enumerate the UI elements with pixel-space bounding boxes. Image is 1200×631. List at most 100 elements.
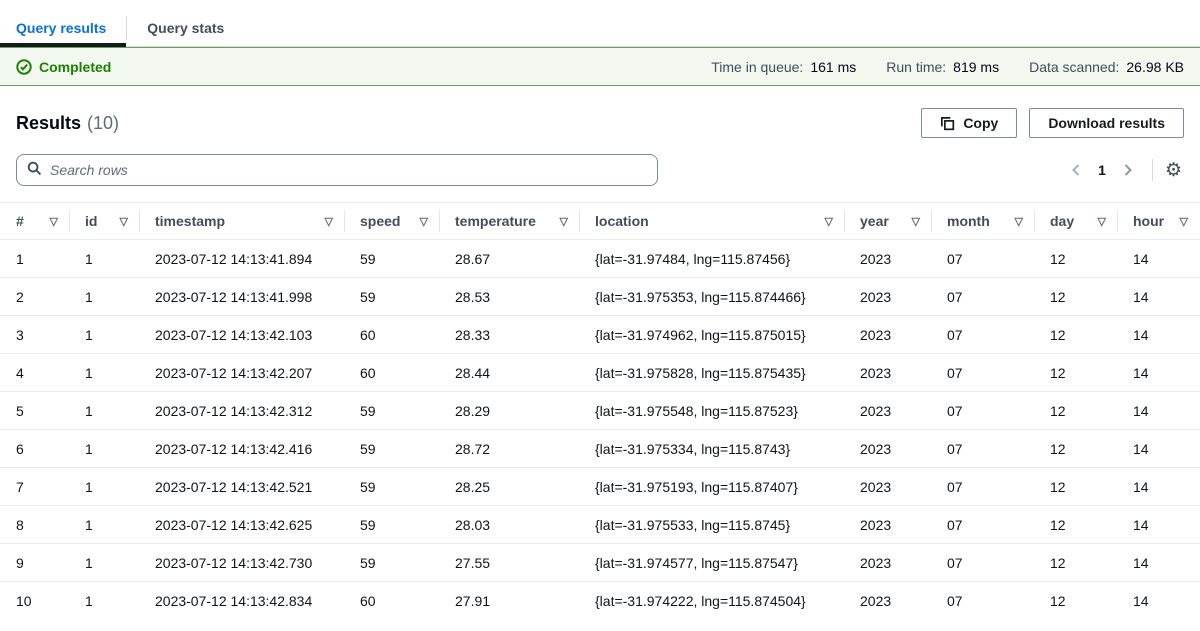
table-cell: 14 — [1118, 544, 1200, 582]
table-cell: 59 — [345, 468, 440, 506]
metric-data-scanned: Data scanned: 26.98 KB — [1029, 59, 1184, 75]
table-cell: {lat=-31.974222, lng=115.874504} — [580, 582, 845, 620]
table-cell: 2023 — [845, 468, 932, 506]
filter-triangle-icon[interactable]: ▽ — [120, 215, 128, 228]
column-header-hour[interactable]: hour▽ — [1118, 203, 1200, 240]
filter-triangle-icon[interactable]: ▽ — [1015, 215, 1023, 228]
column-label: timestamp — [155, 213, 225, 229]
table-cell: 07 — [932, 544, 1035, 582]
table-cell: 2023-07-12 14:13:41.894 — [140, 240, 345, 278]
results-table: #▽id▽timestamp▽speed▽temperature▽locatio… — [0, 202, 1200, 620]
table-cell: {lat=-31.975334, lng=115.8743} — [580, 430, 845, 468]
table-cell: 7 — [0, 468, 70, 506]
table-cell: 59 — [345, 544, 440, 582]
table-cell: 14 — [1118, 316, 1200, 354]
table-cell: 1 — [70, 468, 140, 506]
table-cell: 14 — [1118, 354, 1200, 392]
table-cell: 14 — [1118, 392, 1200, 430]
table-cell: 2023-07-12 14:13:42.625 — [140, 506, 345, 544]
tab-query-results[interactable]: Query results — [0, 14, 126, 46]
table-cell: 8 — [0, 506, 70, 544]
column-header-num[interactable]: #▽ — [0, 203, 70, 240]
table-cell: 2023 — [845, 240, 932, 278]
filter-triangle-icon[interactable]: ▽ — [420, 215, 428, 228]
table-row: 312023-07-12 14:13:42.1036028.33{lat=-31… — [0, 316, 1200, 354]
copy-button[interactable]: Copy — [921, 108, 1017, 138]
download-results-button[interactable]: Download results — [1029, 108, 1184, 138]
magnifier-icon — [27, 161, 42, 179]
table-cell: {lat=-31.975548, lng=115.87523} — [580, 392, 845, 430]
table-cell: {lat=-31.975353, lng=115.874466} — [580, 278, 845, 316]
table-cell: 2023-07-12 14:13:42.834 — [140, 582, 345, 620]
table-cell: 2023 — [845, 544, 932, 582]
search-input[interactable] — [50, 162, 647, 178]
table-cell: 07 — [932, 354, 1035, 392]
filter-triangle-icon[interactable]: ▽ — [1180, 215, 1188, 228]
column-header-timestamp[interactable]: timestamp ▽ — [140, 203, 345, 240]
chevron-right-icon — [1122, 163, 1134, 177]
chevron-left-icon — [1070, 163, 1082, 177]
table-cell: 12 — [1035, 506, 1118, 544]
table-cell: 28.33 — [440, 316, 580, 354]
check-circle-icon — [16, 59, 32, 75]
table-cell: 2023 — [845, 354, 932, 392]
column-header-month[interactable]: month▽ — [932, 203, 1035, 240]
filter-triangle-icon[interactable]: ▽ — [912, 215, 920, 228]
table-row: 512023-07-12 14:13:42.3125928.29{lat=-31… — [0, 392, 1200, 430]
table-cell: 3 — [0, 316, 70, 354]
table-row: 1012023-07-12 14:13:42.8346027.91{lat=-3… — [0, 582, 1200, 620]
table-cell: 07 — [932, 240, 1035, 278]
results-count: (10) — [87, 113, 119, 134]
table-cell: 28.72 — [440, 430, 580, 468]
filter-triangle-icon[interactable]: ▽ — [325, 215, 333, 228]
column-label: year — [860, 213, 889, 229]
filter-triangle-icon[interactable]: ▽ — [560, 215, 568, 228]
table-cell: 12 — [1035, 392, 1118, 430]
column-label: location — [595, 213, 649, 229]
table-cell: 12 — [1035, 582, 1118, 620]
table-row: 712023-07-12 14:13:42.5215928.25{lat=-31… — [0, 468, 1200, 506]
table-cell: 12 — [1035, 278, 1118, 316]
column-label: id — [85, 213, 97, 229]
table-cell: 1 — [70, 240, 140, 278]
filter-triangle-icon[interactable]: ▽ — [50, 215, 58, 228]
column-header-speed[interactable]: speed▽ — [345, 203, 440, 240]
table-cell: 14 — [1118, 430, 1200, 468]
table-cell: 12 — [1035, 544, 1118, 582]
tab-query-stats[interactable]: Query stats — [127, 14, 244, 46]
table-cell: {lat=-31.975828, lng=115.875435} — [580, 354, 845, 392]
table-cell: 2023 — [845, 392, 932, 430]
table-cell: 14 — [1118, 468, 1200, 506]
table-header-row: #▽id▽timestamp▽speed▽temperature▽locatio… — [0, 203, 1200, 240]
table-cell: 28.03 — [440, 506, 580, 544]
filter-triangle-icon[interactable]: ▽ — [1098, 215, 1106, 228]
column-header-year[interactable]: year ▽ — [845, 203, 932, 240]
column-header-location[interactable]: location ▽ — [580, 203, 845, 240]
table-cell: 1 — [70, 316, 140, 354]
table-cell: 14 — [1118, 582, 1200, 620]
table-cell: 2023-07-12 14:13:42.312 — [140, 392, 345, 430]
table-cell: {lat=-31.975533, lng=115.8745} — [580, 506, 845, 544]
table-cell: {lat=-31.97484, lng=115.87456} — [580, 240, 845, 278]
table-cell: {lat=-31.975193, lng=115.87407} — [580, 468, 845, 506]
table-cell: 28.67 — [440, 240, 580, 278]
next-page-button[interactable] — [1114, 156, 1142, 184]
column-label: # — [16, 213, 24, 229]
table-cell: 2023-07-12 14:13:42.103 — [140, 316, 345, 354]
filter-triangle-icon[interactable]: ▽ — [825, 215, 833, 228]
table-cell: 2023-07-12 14:13:41.998 — [140, 278, 345, 316]
column-header-day[interactable]: day▽ — [1035, 203, 1118, 240]
table-cell: 28.29 — [440, 392, 580, 430]
column-header-temperature[interactable]: temperature▽ — [440, 203, 580, 240]
table-cell: 12 — [1035, 316, 1118, 354]
page-title: Results — [16, 113, 81, 134]
table-cell: 1 — [70, 582, 140, 620]
search-box[interactable] — [16, 154, 658, 186]
table-row: 912023-07-12 14:13:42.7305927.55{lat=-31… — [0, 544, 1200, 582]
column-header-id[interactable]: id ▽ — [70, 203, 140, 240]
pagination: 1 ⚙ — [1062, 156, 1184, 184]
current-page[interactable]: 1 — [1090, 162, 1114, 178]
gear-icon[interactable]: ⚙ — [1163, 161, 1184, 180]
previous-page-button[interactable] — [1062, 156, 1090, 184]
table-cell: 07 — [932, 468, 1035, 506]
